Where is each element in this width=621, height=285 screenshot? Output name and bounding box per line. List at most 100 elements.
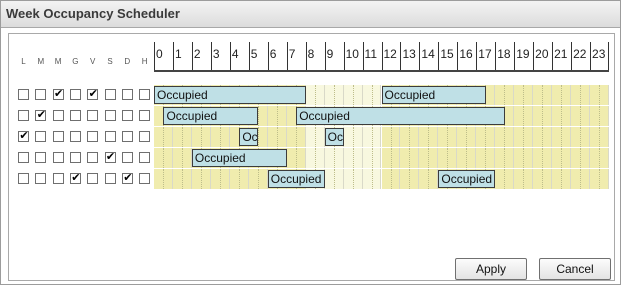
hour-cell[interactable]: [495, 85, 515, 105]
hour-cell[interactable]: [400, 169, 420, 189]
occupied-block[interactable]: Occupied: [163, 107, 259, 125]
hour-cell[interactable]: [457, 127, 477, 147]
hour-cell[interactable]: [533, 106, 553, 126]
day-checkbox-v-row4[interactable]: [87, 152, 99, 163]
day-checkbox-h-row4[interactable]: [139, 152, 151, 163]
hour-cell[interactable]: [362, 169, 382, 189]
day-checkbox-h-row1[interactable]: [139, 89, 151, 100]
hour-cell[interactable]: [590, 85, 609, 105]
hour-cell[interactable]: [495, 169, 515, 189]
hour-cell[interactable]: [438, 148, 458, 168]
hour-cell[interactable]: [476, 127, 496, 147]
hour-cell[interactable]: [154, 169, 173, 189]
hour-cell[interactable]: [571, 148, 591, 168]
hour-cell[interactable]: [267, 127, 287, 147]
hour-cell[interactable]: [400, 127, 420, 147]
occupied-block[interactable]: Occupied: [296, 107, 505, 125]
day-checkbox-d-row4[interactable]: [121, 152, 133, 163]
hour-cell[interactable]: [362, 148, 382, 168]
hour-cell[interactable]: [457, 148, 477, 168]
schedule-row[interactable]: Occupied Occupied: [154, 169, 609, 189]
hour-cell[interactable]: [495, 127, 515, 147]
day-checkbox-m-row2[interactable]: [52, 110, 64, 121]
hour-cell[interactable]: [286, 127, 306, 147]
day-checkbox-m-row1[interactable]: ✔: [52, 87, 64, 100]
hour-cell[interactable]: [154, 148, 173, 168]
day-checkbox-d-row2[interactable]: [121, 110, 133, 121]
day-checkbox-m-row5[interactable]: [52, 173, 64, 184]
hour-cell[interactable]: [419, 148, 439, 168]
day-checkbox-v-row1[interactable]: ✔: [87, 87, 99, 100]
hour-cell[interactable]: [590, 148, 609, 168]
hour-cell[interactable]: [343, 169, 363, 189]
hour-cell[interactable]: [210, 169, 230, 189]
hour-cell[interactable]: [286, 148, 306, 168]
occupied-block[interactable]: Occupied: [381, 86, 486, 104]
occupied-block[interactable]: Occupied: [438, 170, 496, 188]
hour-cell[interactable]: [514, 127, 534, 147]
day-checkbox-s-row3[interactable]: [104, 131, 116, 142]
hour-cell[interactable]: [533, 169, 553, 189]
occupied-block[interactable]: Occupied: [191, 149, 287, 167]
hour-cell[interactable]: [381, 148, 401, 168]
hour-cell[interactable]: [381, 127, 401, 147]
hour-cell[interactable]: [552, 85, 572, 105]
hour-cell[interactable]: [476, 148, 496, 168]
day-checkbox-g-row3[interactable]: [69, 131, 81, 142]
hour-cell[interactable]: [495, 148, 515, 168]
hour-cell[interactable]: [305, 127, 325, 147]
day-checkbox-l-row5[interactable]: [18, 173, 29, 184]
cancel-button[interactable]: Cancel: [539, 258, 611, 280]
hour-cell[interactable]: [533, 148, 553, 168]
day-checkbox-g-row1[interactable]: [69, 89, 81, 100]
day-checkbox-l-row4[interactable]: [18, 152, 29, 163]
day-checkbox-m-row3[interactable]: [35, 131, 47, 142]
hour-cell[interactable]: [571, 169, 591, 189]
hour-cell[interactable]: [229, 169, 249, 189]
hour-cell[interactable]: [400, 148, 420, 168]
day-checkbox-s-row4[interactable]: ✔: [104, 150, 116, 163]
day-checkbox-l-row3[interactable]: ✔: [18, 129, 29, 142]
day-checkbox-m-row1[interactable]: [35, 89, 47, 100]
schedule-grid[interactable]: Occupied Occupied Occupied Occupied Oc..Oc..…: [154, 85, 609, 190]
hour-cell[interactable]: [343, 85, 363, 105]
hour-cell[interactable]: [343, 148, 363, 168]
hour-cell[interactable]: [362, 85, 382, 105]
schedule-row[interactable]: Oc.. Oc..: [154, 127, 609, 147]
hour-cell[interactable]: [191, 169, 211, 189]
hour-cell[interactable]: [533, 127, 553, 147]
hour-cell[interactable]: [172, 127, 192, 147]
hour-cell[interactable]: [438, 127, 458, 147]
hour-cell[interactable]: [514, 148, 534, 168]
hour-cell[interactable]: [514, 169, 534, 189]
hour-cell[interactable]: [172, 169, 192, 189]
hour-cell[interactable]: [419, 127, 439, 147]
schedule-row[interactable]: Occupied: [154, 148, 609, 168]
hour-cell[interactable]: [305, 85, 325, 105]
day-checkbox-g-row2[interactable]: [69, 110, 81, 121]
hour-cell[interactable]: [571, 127, 591, 147]
hour-cell[interactable]: [381, 169, 401, 189]
hour-cell[interactable]: [324, 169, 344, 189]
hour-cell[interactable]: [324, 85, 344, 105]
hour-cell[interactable]: [590, 169, 609, 189]
hour-cell[interactable]: [571, 106, 591, 126]
day-checkbox-v-row5[interactable]: [87, 173, 99, 184]
hour-cell[interactable]: [172, 148, 192, 168]
day-checkbox-g-row5[interactable]: ✔: [69, 171, 81, 184]
day-checkbox-s-row2[interactable]: [104, 110, 116, 121]
day-checkbox-m-row4[interactable]: [52, 152, 64, 163]
occupied-block[interactable]: Oc..: [324, 128, 344, 146]
hour-cell[interactable]: [552, 127, 572, 147]
day-checkbox-d-row1[interactable]: [121, 89, 133, 100]
hour-cell[interactable]: [305, 148, 325, 168]
apply-button[interactable]: Apply: [455, 258, 527, 280]
schedule-row[interactable]: Occupied Occupied: [154, 106, 609, 126]
day-checkbox-g-row4[interactable]: [69, 152, 81, 163]
hour-cell[interactable]: [533, 85, 553, 105]
hour-cell[interactable]: [191, 127, 211, 147]
occupied-block[interactable]: Occupied: [154, 86, 306, 104]
hour-cell[interactable]: [514, 106, 534, 126]
hour-cell[interactable]: [324, 148, 344, 168]
hour-cell[interactable]: [514, 85, 534, 105]
